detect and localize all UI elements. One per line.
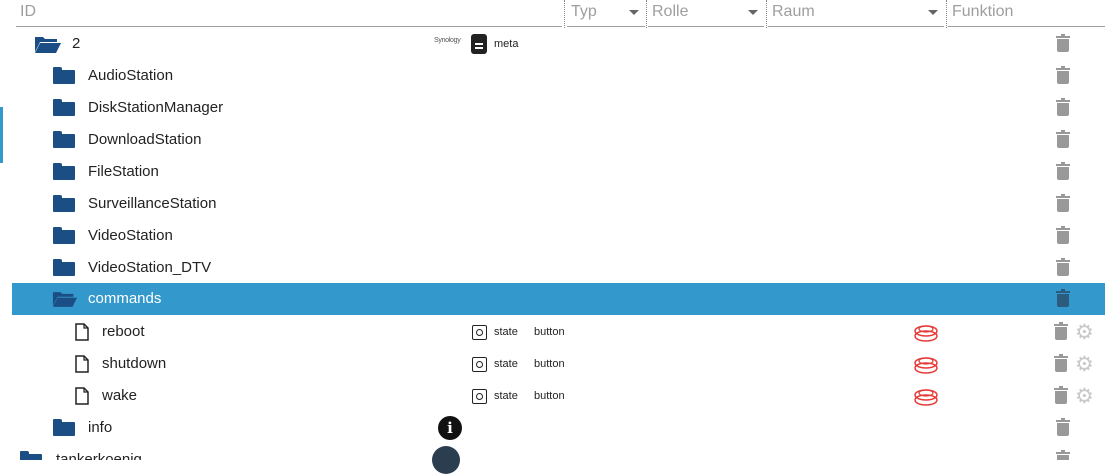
tree-label: VideoStation bbox=[88, 227, 173, 244]
button-icon[interactable] bbox=[913, 353, 939, 375]
tree-row-videostation[interactable]: VideoStation bbox=[12, 220, 1105, 252]
tree-row-tankerkoenig[interactable]: tankerkoenig bbox=[12, 444, 1105, 460]
tree-label: 2 bbox=[72, 35, 81, 52]
chevron-down-icon bbox=[629, 10, 639, 15]
chevron-down-icon bbox=[928, 10, 938, 15]
role-label: button bbox=[534, 326, 565, 338]
gear-icon[interactable]: ⚙ bbox=[1075, 322, 1094, 343]
rolle-filter-select[interactable]: Rolle bbox=[648, 0, 764, 27]
tree-label: info bbox=[88, 419, 113, 436]
tree-label: FileStation bbox=[88, 163, 159, 180]
state-icon bbox=[472, 325, 487, 340]
tree-row-shutdown[interactable]: shutdown state button ⚙ bbox=[12, 348, 1105, 380]
tree-label: AudioStation bbox=[88, 67, 174, 84]
column-separator[interactable] bbox=[564, 0, 565, 28]
funktion-filter-select[interactable]: Funktion bbox=[948, 0, 1105, 27]
column-separator[interactable] bbox=[646, 0, 647, 28]
role-label: button bbox=[534, 358, 565, 370]
button-icon[interactable] bbox=[913, 385, 939, 407]
typ-filter-placeholder: Typ bbox=[571, 3, 597, 20]
tree-row-reboot[interactable]: reboot state button ⚙ bbox=[12, 316, 1105, 348]
tree-label: commands bbox=[88, 290, 162, 307]
tree-label: DownloadStation bbox=[88, 131, 202, 148]
info-icon: i bbox=[438, 416, 462, 440]
gear-icon[interactable]: ⚙ bbox=[1075, 386, 1094, 407]
type-label: state bbox=[494, 390, 518, 402]
column-separator[interactable] bbox=[766, 0, 767, 28]
adapter-icon bbox=[432, 446, 460, 474]
tree-label: tankerkoenig bbox=[56, 451, 142, 460]
synology-logo: Synology bbox=[434, 37, 461, 44]
tree-row-videostation-dtv[interactable]: VideoStation_DTV bbox=[12, 252, 1105, 284]
file-icon bbox=[75, 323, 89, 341]
type-label: state bbox=[494, 326, 518, 338]
raum-filter-placeholder: Raum bbox=[772, 3, 815, 20]
left-accent-bar bbox=[0, 107, 3, 163]
tree-row-surveillancestation[interactable]: SurveillanceStation bbox=[12, 188, 1105, 220]
gear-icon[interactable]: ⚙ bbox=[1075, 354, 1094, 375]
tree-row-commands[interactable]: commands bbox=[12, 283, 1105, 315]
file-icon bbox=[75, 355, 89, 373]
tree-row-wake[interactable]: wake state button ⚙ bbox=[12, 380, 1105, 412]
id-filter-placeholder: ID bbox=[20, 3, 36, 20]
typ-filter-select[interactable]: Typ bbox=[567, 0, 645, 27]
tree-row-info[interactable]: info i bbox=[12, 412, 1105, 444]
meta-type-label: meta bbox=[494, 38, 519, 50]
chevron-down-icon bbox=[748, 10, 758, 15]
state-icon bbox=[472, 389, 487, 404]
tree-row-2[interactable]: 2 Synology meta bbox=[12, 28, 1105, 60]
folder-open-icon[interactable] bbox=[52, 291, 78, 308]
tree-row-downloadstation[interactable]: DownloadStation bbox=[12, 124, 1105, 156]
tree-label: shutdown bbox=[102, 355, 167, 372]
tree-label: DiskStationManager bbox=[88, 99, 224, 116]
raum-filter-select[interactable]: Raum bbox=[768, 0, 944, 27]
folder-open-icon[interactable] bbox=[34, 36, 62, 54]
button-icon[interactable] bbox=[913, 321, 939, 343]
tree-row-audiostation[interactable]: AudioStation bbox=[12, 60, 1105, 92]
document-icon bbox=[471, 34, 487, 54]
tree-row-filestation[interactable]: FileStation bbox=[12, 156, 1105, 188]
filter-header: ID Typ Rolle Raum Funktion bbox=[0, 0, 1105, 28]
column-separator[interactable] bbox=[946, 0, 947, 28]
funktion-filter-placeholder: Funktion bbox=[952, 3, 1014, 20]
tree-row-diskstationmanager[interactable]: DiskStationManager bbox=[12, 92, 1105, 124]
tree-label: wake bbox=[102, 387, 138, 404]
tree-label: SurveillanceStation bbox=[88, 195, 217, 212]
type-label: state bbox=[494, 358, 518, 370]
file-icon bbox=[75, 387, 89, 405]
rolle-filter-placeholder: Rolle bbox=[652, 3, 689, 20]
role-label: button bbox=[534, 390, 565, 402]
tree-label: reboot bbox=[102, 323, 145, 340]
state-icon bbox=[472, 357, 487, 372]
id-filter-input[interactable]: ID bbox=[16, 0, 562, 27]
tree-label: VideoStation_DTV bbox=[88, 259, 212, 276]
